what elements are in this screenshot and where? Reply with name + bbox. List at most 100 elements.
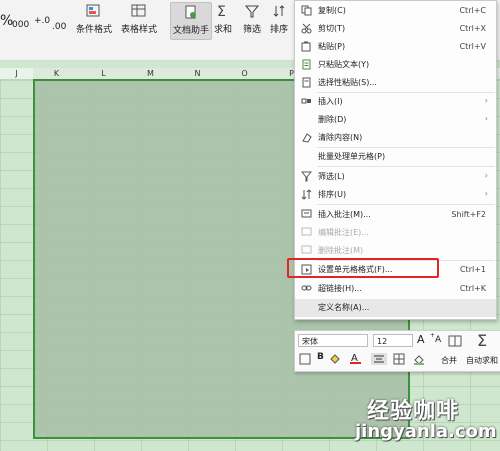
menu-item-label: 删除(D) (318, 115, 347, 124)
table-style-icon (131, 4, 146, 17)
menu-item-label: 选择性粘贴(S)... (318, 78, 377, 87)
align-center-icon[interactable] (371, 353, 387, 365)
font-color-icon[interactable]: A (349, 352, 363, 365)
menu-item-label: 排序(U) (318, 190, 347, 199)
filter-label: 筛选 (243, 25, 262, 35)
sort-icon (273, 5, 285, 17)
eraser-icon (302, 133, 312, 143)
menu-item-label: 复制(C) (318, 6, 346, 15)
menu-item-shortcut: Ctrl+X (459, 24, 486, 33)
menu-item-shortcut: Ctrl+C (459, 6, 486, 15)
column-header[interactable]: J (0, 68, 33, 79)
column-header[interactable]: L (80, 68, 127, 79)
menu-item-cut[interactable]: 剪切(T) Ctrl+X (295, 20, 496, 38)
column-header[interactable]: O (221, 68, 268, 79)
menu-item-paste[interactable]: 粘贴(P) Ctrl+V (295, 38, 496, 56)
bold-button[interactable]: B (317, 352, 324, 362)
delete-comment-icon (301, 245, 312, 254)
sum-label: 求和 (214, 25, 233, 35)
column-header[interactable]: N (174, 68, 221, 79)
menu-item-label: 只粘贴文本(Y) (318, 60, 370, 69)
menu-item-clear-contents[interactable]: 清除内容(N) (295, 129, 496, 147)
comment-icon (301, 209, 312, 218)
fill-bucket-icon[interactable] (413, 353, 425, 365)
link-icon (301, 285, 312, 291)
menu-item-shortcut: Ctrl+K (459, 284, 486, 293)
sigma-icon: Σ (217, 4, 226, 18)
menu-item-insert[interactable]: 插入(I) › (295, 93, 496, 111)
submenu-arrow-icon: › (484, 171, 488, 180)
paste-text-icon (302, 59, 311, 70)
menu-item-label: 批量处理单元格(P) (318, 152, 386, 161)
sigma-icon[interactable]: Σ (473, 332, 495, 348)
edit-comment-icon (301, 227, 312, 236)
merge-button[interactable]: 合并 (441, 355, 457, 366)
grow-font-button[interactable]: A (417, 333, 425, 346)
submenu-arrow-icon: › (484, 189, 488, 198)
filter-icon (301, 171, 312, 182)
menu-item-sort[interactable]: 排序(U) › (295, 186, 496, 204)
menu-separator (317, 204, 495, 205)
menu-item-label: 清除内容(N) (318, 133, 363, 142)
column-header[interactable]: K (33, 68, 80, 79)
submenu-arrow-icon: › (484, 114, 488, 123)
fill-color-icon[interactable] (329, 353, 341, 365)
thousands-button[interactable]: 000 (12, 20, 29, 30)
conditional-format-icon (86, 4, 100, 17)
menu-item-paste-text[interactable]: 只粘贴文本(Y) (295, 56, 496, 74)
menu-item-hyperlink[interactable]: 超链接(H)... Ctrl+K (295, 280, 496, 298)
scissors-icon (301, 23, 312, 34)
menu-item-label: 剪切(T) (318, 24, 346, 33)
menu-item-define-name[interactable]: 定义名称(A)... (295, 299, 496, 317)
increase-decimal-button[interactable]: +.0 (34, 16, 50, 26)
filter-button[interactable]: 筛选 (243, 4, 261, 35)
menu-item-edit-comment[interactable]: 编辑批注(E)... (295, 224, 496, 242)
menu-item-label: 编辑批注(E)... (318, 228, 369, 237)
svg-text:Σ: Σ (217, 4, 226, 18)
watermark-url: jingyanla.com (355, 421, 497, 442)
menu-item-label: 筛选(L) (318, 172, 345, 181)
menu-item-insert-comment[interactable]: 插入批注(M)... Shift+F2 (295, 206, 496, 224)
sort-label: 排序 (270, 25, 289, 35)
paste-icon (301, 41, 311, 52)
shrink-font-button[interactable]: A (435, 335, 441, 345)
autosum-button[interactable]: 自动求和 (466, 355, 498, 366)
menu-item-copy[interactable]: 复制(C) Ctrl+C (295, 2, 496, 20)
menu-item-filter[interactable]: 筛选(L) › (295, 168, 496, 186)
decrease-decimal-button[interactable]: .00 (52, 22, 66, 32)
menu-separator (317, 166, 495, 167)
menu-item-shortcut: Ctrl+V (459, 42, 486, 51)
paste-special-icon (302, 77, 311, 88)
svg-text:Σ: Σ (477, 332, 487, 348)
conditional-format-label: 条件格式 (76, 25, 113, 35)
menu-item-label: 超链接(H)... (318, 284, 362, 293)
highlight-box (287, 258, 439, 278)
table-style-label: 表格样式 (121, 25, 158, 35)
cell-format-icon[interactable] (299, 353, 311, 365)
sort-button[interactable]: 排序 (270, 4, 288, 35)
menu-item-paste-special[interactable]: 选择性粘贴(S)... (295, 74, 496, 92)
sort-icon (301, 189, 312, 200)
table-style-button[interactable]: 表格样式 (121, 4, 157, 35)
sum-button[interactable]: Σ 求和 (214, 4, 232, 35)
submenu-arrow-icon: › (484, 96, 488, 105)
mini-toolbar: 宋体 12 A + A Σ B A 合并 自动求和 (294, 330, 500, 372)
menu-item-label: 插入批注(M)... (318, 210, 371, 219)
menu-item-shortcut: Shift+F2 (451, 210, 486, 219)
filter-icon (245, 5, 259, 18)
menu-item-shortcut: Ctrl+1 (459, 265, 486, 274)
doc-helper-button[interactable]: 文档助手 (170, 2, 213, 40)
doc-helper-label: 文档助手 (173, 26, 210, 36)
format-painter-icon[interactable] (447, 334, 463, 348)
font-family-select[interactable]: 宋体 (298, 334, 368, 347)
conditional-format-button[interactable]: 条件格式 (76, 4, 112, 35)
copy-icon (301, 5, 312, 16)
borders-icon[interactable] (393, 353, 405, 365)
insert-icon (301, 98, 311, 104)
column-header[interactable]: M (127, 68, 174, 79)
menu-item-label: 插入(I) (318, 97, 343, 106)
menu-item-label: 删除批注(M) (318, 246, 364, 255)
menu-item-delete[interactable]: 删除(D) › (295, 111, 496, 129)
font-size-select[interactable]: 12 (373, 334, 413, 347)
menu-item-batch-cells[interactable]: 批量处理单元格(P) (295, 148, 496, 166)
